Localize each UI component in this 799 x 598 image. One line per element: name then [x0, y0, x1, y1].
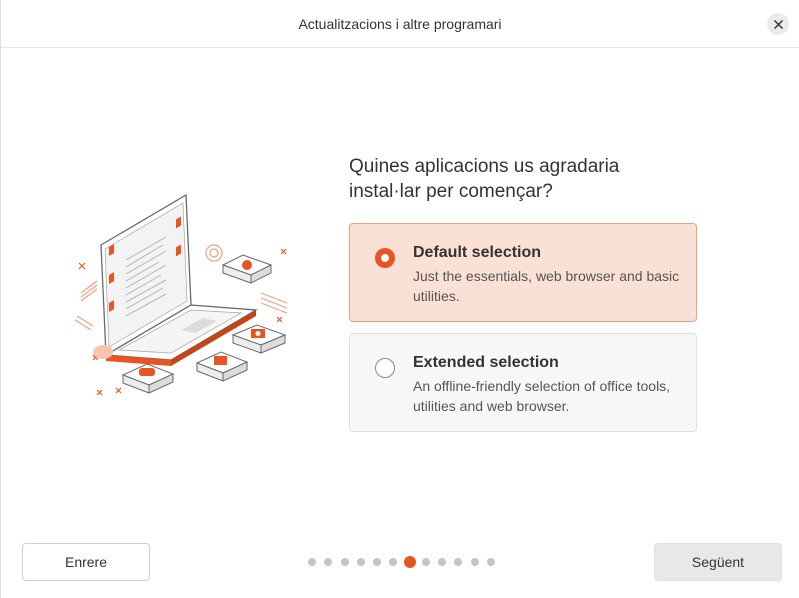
progress-dot	[389, 558, 398, 566]
page-question: Quines aplicacions us agradaria instal·l…	[349, 156, 620, 202]
option-title: Default selection	[413, 244, 542, 261]
installer-window: Actualitzacions i altre programari Quine…	[0, 0, 799, 598]
radio-default-selection[interactable]	[375, 248, 395, 268]
next-button[interactable]: Següent	[654, 543, 782, 581]
progress-dots	[308, 556, 503, 568]
progress-dot-current	[403, 556, 416, 568]
app-tile-heart	[195, 351, 249, 382]
app-tile-gamepad	[121, 363, 175, 394]
progress-dot	[340, 558, 349, 566]
option-title: Extended selection	[413, 354, 559, 371]
progress-dot	[373, 558, 382, 566]
close-icon	[773, 19, 783, 29]
option-default-selection[interactable]: Default selection Just the essentials, w…	[349, 223, 697, 322]
option-description: An offline-friendly selection of office …	[413, 378, 671, 414]
progress-dot	[324, 558, 333, 566]
titlebar: Actualitzacions i altre programari	[1, 0, 799, 48]
progress-dot	[308, 558, 316, 566]
pie-decoration	[93, 345, 114, 359]
progress-dot	[454, 558, 463, 566]
option-extended-selection[interactable]: Extended selection An offline-friendly s…	[349, 333, 697, 432]
progress-dot	[470, 558, 479, 566]
app-tile-camera	[231, 324, 287, 354]
progress-dot	[486, 558, 495, 566]
close-button[interactable]	[767, 13, 789, 35]
progress-dot	[438, 558, 447, 566]
window-title: Actualitzacions i altre programari	[298, 15, 502, 32]
option-description: Just the essentials, web browser and bas…	[413, 268, 680, 304]
progress-dot	[356, 558, 365, 566]
radio-extended-selection[interactable]	[375, 358, 395, 378]
progress-dot	[421, 558, 430, 566]
back-button[interactable]: Enrere	[22, 543, 150, 581]
app-tile-location	[221, 254, 273, 284]
apps-illustration	[74, 193, 288, 396]
